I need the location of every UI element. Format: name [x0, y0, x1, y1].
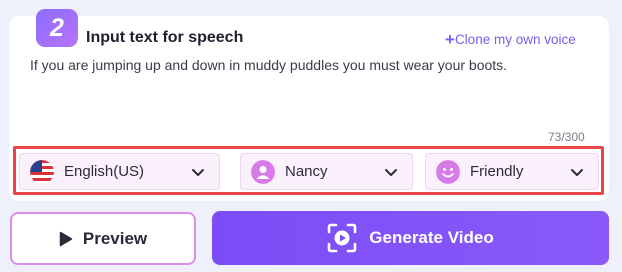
us-flag-icon — [30, 159, 54, 184]
char-count: 73/300 — [548, 130, 585, 144]
smiley-icon — [436, 159, 460, 184]
generate-video-button[interactable]: Generate Video — [212, 211, 609, 265]
language-value: English(US) — [64, 163, 145, 180]
preview-button[interactable]: Preview — [10, 212, 196, 265]
clone-voice-link[interactable]: +Clone my own voice — [445, 30, 576, 50]
language-select[interactable]: English(US) — [19, 153, 220, 190]
video-icon — [327, 223, 357, 253]
generate-video-label: Generate Video — [369, 228, 494, 247]
step-number: 2 — [50, 13, 64, 42]
plus-icon: + — [445, 30, 455, 49]
voice-value: Nancy — [285, 163, 328, 180]
preview-label: Preview — [82, 228, 148, 248]
step-badge: 2 — [36, 9, 78, 47]
person-icon — [251, 159, 275, 184]
chevron-down-icon — [571, 168, 583, 176]
chevron-down-icon — [192, 168, 204, 176]
voice-select[interactable]: Nancy — [240, 153, 413, 190]
style-value: Friendly — [470, 163, 524, 180]
speech-text-input[interactable]: If you are jumping up and down in muddy … — [30, 57, 507, 73]
section-title: Input text for speech — [86, 29, 244, 46]
chevron-down-icon — [385, 168, 397, 176]
style-select[interactable]: Friendly — [425, 153, 599, 190]
play-icon — [59, 231, 73, 246]
clone-voice-label: Clone my own voice — [454, 32, 576, 47]
